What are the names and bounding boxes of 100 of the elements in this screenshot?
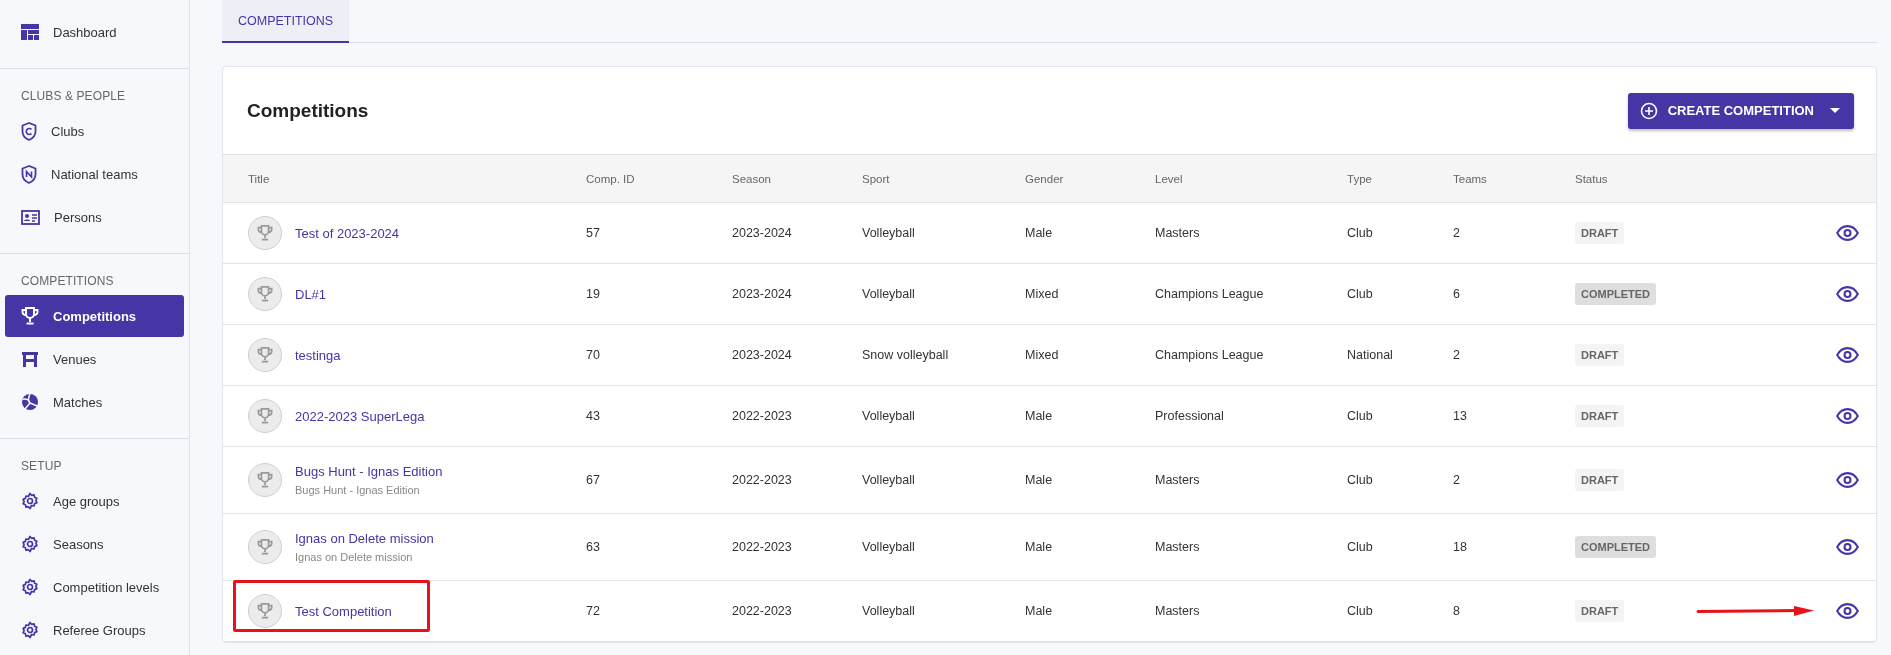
table-cell-text: Club [1347,540,1374,554]
column-header: Season [732,172,772,185]
table-cell-text: Male [1025,409,1054,423]
sidebar-item[interactable]: National teams [5,153,184,195]
view-button[interactable] [1836,225,1859,241]
id-card-icon [21,209,40,225]
table-cell-text: Club [1347,287,1374,301]
table-cell-text: 18 [1453,540,1468,554]
eye-icon [1836,472,1859,488]
table-cell-text: 13 [1453,409,1468,423]
create-competition-button[interactable]: CREATE COMPETITION [1627,92,1854,129]
gear-icon [21,535,39,553]
sidebar-item[interactable]: Clubs [5,110,184,152]
eye-icon [1836,347,1859,363]
status-badge: DRAFT [1575,469,1625,491]
tab[interactable]: COMPETITIONS [222,0,350,43]
view-button[interactable] [1836,539,1859,555]
competition-link[interactable]: testinga [295,347,341,363]
table-cell-text: Masters [1155,540,1201,554]
column-header: Status [1575,172,1609,185]
competition-link[interactable]: Bugs Hunt - Ignas Edition [295,464,443,479]
gear-icon [21,578,39,596]
sidebar-item[interactable]: Persons [5,196,184,238]
table-cell-text: 2022-2023 [732,409,793,423]
column-header: Level [1155,172,1184,185]
table-cell-text: Masters [1155,604,1201,618]
competition-link[interactable]: 2022-2023 SuperLega [295,408,425,424]
table-cell-text: Mixed [1025,287,1060,301]
eye-icon [1836,539,1859,555]
sidebar-item[interactable]: Referee Groups [5,609,184,651]
table-cell-text: Champions League [1155,287,1265,301]
column-header: Gender [1025,172,1065,185]
column-header: Comp. ID [586,172,636,185]
table-cell-text: Volleyball [862,409,916,423]
table-cell-text: 2 [1453,226,1461,240]
section-heading: SETUP [20,458,63,475]
volleyball-icon [21,393,39,411]
status-badge: DRAFT [1575,344,1625,366]
sidebar-item[interactable]: Venues [5,338,184,380]
status-badge: DRAFT [1575,405,1625,427]
status-badge: COMPLETED [1575,283,1657,305]
table-cell-text: Volleyball [862,604,916,618]
table-cell-text: Male [1025,540,1054,554]
view-button[interactable] [1836,286,1859,302]
table-cell-text: Club [1347,473,1374,487]
competition-link[interactable]: DL#1 [295,286,327,302]
table-cell-text: Volleyball [862,287,916,301]
view-button[interactable] [1836,408,1859,424]
table-cell-text: Mixed [1025,348,1060,362]
table-cell-text: Club [1347,226,1374,240]
table-cell-text: 67 [586,473,601,487]
trophy-icon [257,225,273,241]
eye-icon [1836,603,1859,619]
competition-subtitle: Ignas on Delete mission [295,551,414,563]
section-heading: CLUBS & PEOPLE [20,88,127,105]
sidebar-item[interactable]: Competition levels [5,566,184,608]
competition-link[interactable]: Test Competition [295,603,392,619]
view-button[interactable] [1836,347,1859,363]
table-cell-text: 8 [1453,604,1461,618]
table-cell-text: 43 [586,409,601,423]
table-cell-text: Champions League [1155,348,1265,362]
gear-icon [21,621,39,639]
caret-icon [1830,107,1840,114]
competition-link[interactable]: Ignas on Delete mission [295,531,434,546]
sidebar-item[interactable]: Age groups [5,480,184,522]
column-header: Type [1347,172,1373,185]
table-cell-text: 19 [586,287,601,301]
table-cell-text: Professional [1155,409,1225,423]
plus-circle-icon [1639,101,1658,120]
column-header: Title [248,172,271,185]
sidebar-item[interactable]: Matches [5,381,184,423]
table-cell-text: 2023-2024 [732,348,793,362]
table-cell-text: Male [1025,226,1054,240]
table-cell-text: 6 [1453,287,1461,301]
eye-icon [1836,408,1859,424]
status-badge: DRAFT [1575,600,1625,622]
dashboard-icon [21,24,39,40]
competition-link[interactable]: Test of 2023-2024 [295,225,400,241]
table-cell-text: Volleyball [862,226,916,240]
sidebar-item[interactable]: Competitions [5,295,184,337]
table-cell-text: 2022-2023 [732,540,793,554]
table-cell-text: 57 [586,226,601,240]
view-button[interactable] [1836,603,1859,619]
view-button[interactable] [1836,472,1859,488]
trophy-icon [257,347,273,363]
table-cell-text: 2 [1453,473,1461,487]
table-cell-text: 70 [586,348,601,362]
table-cell-text: 2 [1453,348,1461,362]
trophy-icon [257,539,273,555]
trophy-icon [257,286,273,302]
sidebar-item[interactable]: Seasons [5,523,184,565]
sidebar-item[interactable]: Dashboard [5,11,184,53]
stadium-icon [21,350,39,368]
card-title: Competitions [247,99,369,122]
trophy-icon [257,603,273,619]
table-cell-text: Masters [1155,226,1201,240]
shield-icon [21,164,37,184]
table-cell-text: Club [1347,409,1374,423]
eye-icon [1836,286,1859,302]
eye-icon [1836,225,1859,241]
